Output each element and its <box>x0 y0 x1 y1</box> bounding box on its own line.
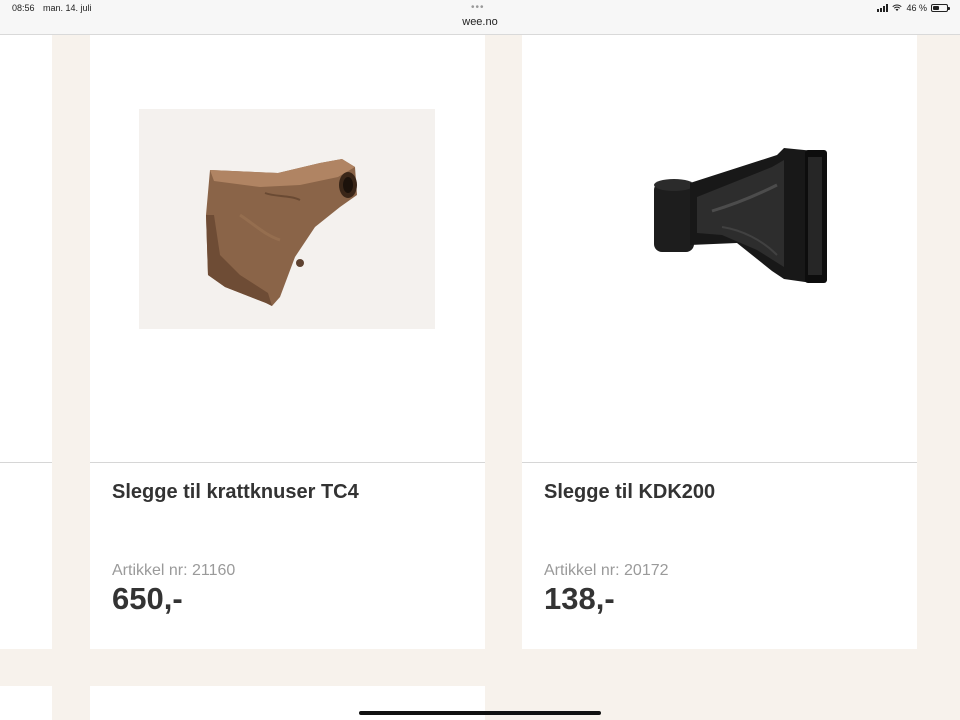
product-card-partial[interactable] <box>0 686 52 720</box>
hammer-blade-black-icon <box>654 148 827 283</box>
product-image[interactable] <box>90 35 485 462</box>
article-number: Artikkel nr: 20172 <box>544 562 669 579</box>
address-bar-url[interactable]: wee.no <box>0 16 960 28</box>
product-card-partial-left[interactable] <box>0 35 52 649</box>
battery-percentage: 46 % <box>906 3 927 13</box>
tab-menu-dots[interactable]: ••• <box>471 2 485 13</box>
article-number: Artikkel nr: 21160 <box>112 562 236 579</box>
product-image[interactable] <box>522 35 917 462</box>
card-divider <box>522 462 917 463</box>
product-title[interactable]: Slegge til krattknuser TC4 <box>112 481 359 504</box>
home-indicator[interactable] <box>359 711 601 715</box>
status-bar: 08:56 man. 14. juli ••• wee.no 46 % <box>0 0 960 35</box>
status-indicators: 46 % <box>877 3 950 13</box>
card-divider <box>90 462 485 463</box>
product-title[interactable]: Slegge til KDK200 <box>544 481 715 504</box>
product-card[interactable]: Slegge til KDK200 Artikkel nr: 20172 138… <box>522 35 917 649</box>
battery-icon <box>931 4 950 12</box>
status-date: man. 14. juli <box>43 3 92 13</box>
card-divider <box>0 462 52 463</box>
product-card[interactable]: Slegge til krattknuser TC4 Artikkel nr: … <box>90 35 485 649</box>
product-price: 650,- <box>112 581 183 616</box>
clock-time: 08:56 <box>12 3 35 13</box>
hammer-blade-rusty-icon <box>139 109 435 329</box>
cellular-signal-icon <box>877 4 889 12</box>
product-price: 138,- <box>544 581 615 616</box>
wifi-icon <box>892 4 903 11</box>
